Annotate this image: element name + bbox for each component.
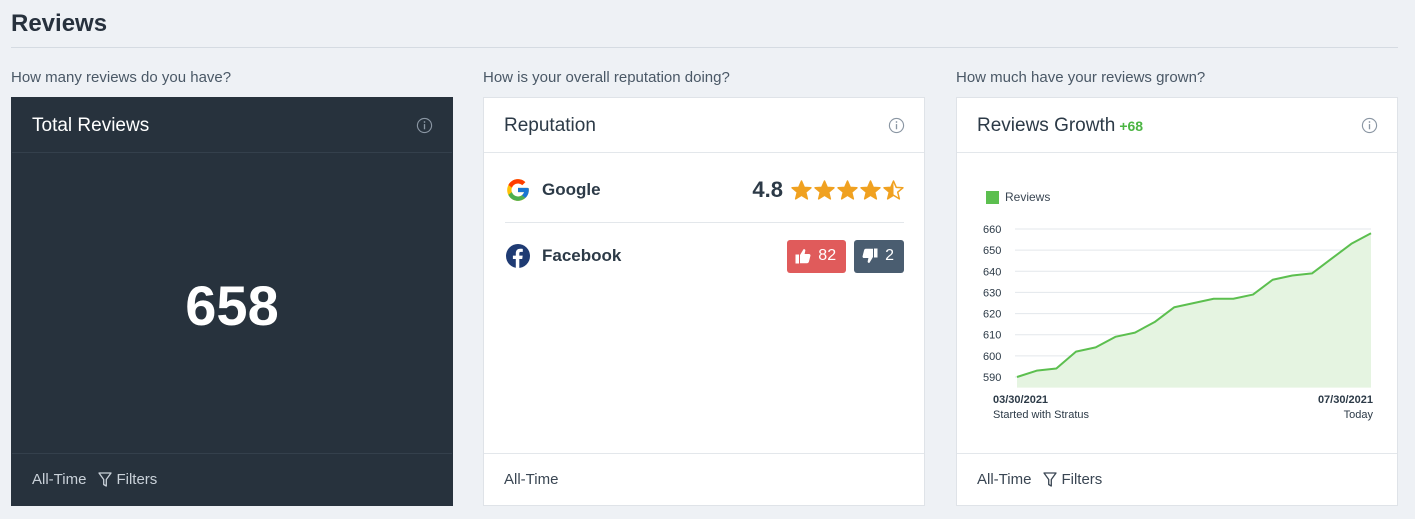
growth-delta: +68 <box>1119 118 1144 134</box>
filters-label: Filters <box>1061 471 1103 488</box>
card-header: Total Reviews <box>12 98 452 153</box>
thumbs-down-icon <box>862 248 878 263</box>
info-icon[interactable] <box>888 117 905 134</box>
star-icon <box>814 179 835 200</box>
title-divider <box>11 47 1398 48</box>
y-tick-label: 590 <box>983 372 1001 384</box>
row-divider <box>505 222 904 223</box>
y-tick-label: 640 <box>983 266 1001 278</box>
likes-badge[interactable]: 82 <box>787 239 847 273</box>
reviews-growth-chart: 590 600 610 620 630 640 650 660 <box>983 224 1372 388</box>
end-date-block: 07/30/2021 Today <box>1318 394 1373 421</box>
filter-funnel-icon <box>1043 471 1058 487</box>
info-icon[interactable] <box>416 117 433 134</box>
info-icon[interactable] <box>1361 117 1378 134</box>
likes-count: 82 <box>818 247 837 264</box>
y-tick-label: 660 <box>983 224 1001 236</box>
question-growth: How much have your reviews grown? <box>956 69 1206 86</box>
star-icon <box>883 179 904 200</box>
google-logo-icon <box>507 179 529 201</box>
card-title: Reputation <box>504 115 596 136</box>
series-area <box>1017 233 1371 388</box>
question-total: How many reviews do you have? <box>11 69 232 86</box>
total-reviews-value: 658 <box>185 274 279 337</box>
google-rating: 4.8 <box>752 177 904 203</box>
total-reviews-card: Total Reviews 658 All-Time Filters <box>11 97 453 506</box>
y-tick-label: 630 <box>983 287 1001 299</box>
reputation-card: Reputation Google 4.8 Facebook 82 2 All-… <box>483 97 925 506</box>
card-title: Total Reviews <box>32 115 150 136</box>
google-row[interactable]: Google 4.8 <box>505 172 904 208</box>
card-footer: All-Time Filters <box>957 453 1397 505</box>
facebook-logo-icon <box>506 244 530 268</box>
card-title-text: Reviews Growth <box>977 115 1116 136</box>
filters-button[interactable]: Filters <box>1043 471 1102 488</box>
card-footer: All-Time <box>484 453 924 505</box>
start-date: 03/30/2021 <box>993 394 1049 406</box>
star-rating <box>791 179 904 201</box>
thumbs-up-icon <box>795 249 811 264</box>
y-tick-label: 620 <box>983 309 1001 321</box>
card-header: Reputation <box>484 98 924 153</box>
y-tick-label: 600 <box>983 351 1001 363</box>
filter-funnel-icon <box>98 471 113 487</box>
facebook-label: Facebook <box>542 246 622 265</box>
facebook-recommendations: 82 2 <box>787 239 904 273</box>
y-tick-label: 650 <box>983 245 1001 257</box>
card-title: Reviews Growth +68 <box>977 115 1143 137</box>
star-icon <box>791 179 812 200</box>
filters-button[interactable]: Filters <box>98 471 157 488</box>
star-icon <box>837 179 858 200</box>
google-label: Google <box>542 180 601 199</box>
card-footer: All-Time Filters <box>12 453 452 505</box>
end-caption: Today <box>1343 409 1373 421</box>
question-reputation: How is your overall reputation doing? <box>483 69 730 86</box>
facebook-row[interactable]: Facebook 82 2 <box>505 238 904 274</box>
filters-label: Filters <box>116 471 158 488</box>
start-caption: Started with Stratus <box>993 409 1089 421</box>
page-title: Reviews <box>11 10 108 37</box>
reviews-growth-card: Reviews Growth +68 Reviews 590 600 610 620 63… <box>956 97 1398 506</box>
period-label[interactable]: All-Time <box>504 471 558 488</box>
card-header: Reviews Growth +68 <box>957 98 1397 153</box>
period-label[interactable]: All-Time <box>32 471 86 488</box>
dislikes-badge[interactable]: 2 <box>854 239 904 273</box>
dislikes-count: 2 <box>885 247 894 264</box>
star-icon <box>860 179 881 200</box>
period-label[interactable]: All-Time <box>977 471 1031 488</box>
google-rating-value: 4.8 <box>752 177 783 202</box>
start-date-block: 03/30/2021 Started with Stratus <box>993 394 1089 421</box>
y-tick-label: 610 <box>983 330 1001 342</box>
end-date: 07/30/2021 <box>1317 394 1373 406</box>
